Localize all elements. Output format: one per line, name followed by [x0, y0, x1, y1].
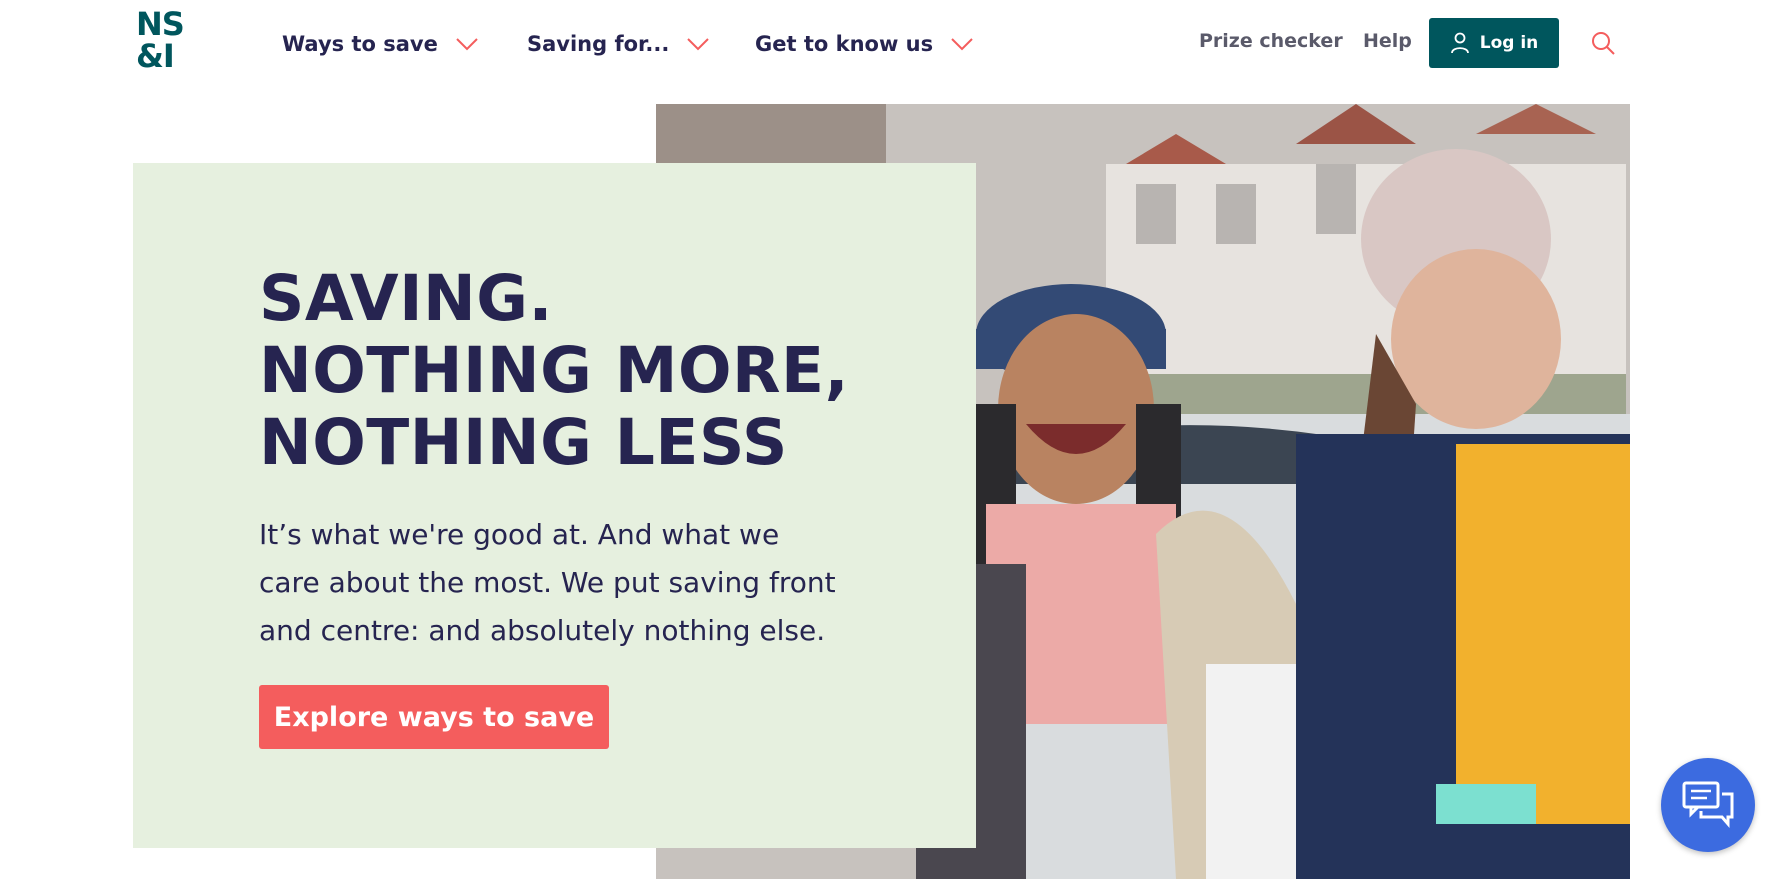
- user-icon: [1450, 32, 1469, 54]
- log-in-button[interactable]: Log in: [1429, 18, 1559, 68]
- nav-ways-to-save-label: Ways to save: [282, 32, 438, 56]
- nav-saving-for[interactable]: Saving for...: [527, 28, 710, 60]
- help-link[interactable]: Help: [1363, 30, 1412, 52]
- nav-saving-for-label: Saving for...: [527, 32, 670, 56]
- chevron-down-icon: [951, 38, 973, 51]
- chat-icon: [1682, 781, 1734, 829]
- log-in-label: Log in: [1479, 33, 1539, 53]
- nav-get-to-know-us-label: Get to know us: [755, 32, 934, 56]
- chevron-down-icon: [687, 38, 710, 51]
- hero-title-line-3: NOTHING LESS: [259, 406, 788, 479]
- logo-line-1: NS: [136, 5, 185, 43]
- hero-body: It’s what we're good at. And what we car…: [259, 518, 836, 647]
- chevron-down-icon: [456, 38, 478, 51]
- nsandi-logo[interactable]: NS &I: [136, 8, 192, 80]
- hero-panel: SAVING. NOTHING MORE, NOTHING LESS It’s …: [133, 163, 976, 848]
- site-header: NS &I Ways to save Saving for... Get to …: [0, 0, 1776, 88]
- prize-checker-link[interactable]: Prize checker: [1199, 30, 1343, 52]
- search-icon[interactable]: [1590, 30, 1616, 56]
- explore-ways-to-save-button[interactable]: Explore ways to save: [259, 685, 609, 749]
- hero-title-line-1: SAVING.: [259, 262, 553, 335]
- hero-title-line-2: NOTHING MORE,: [259, 334, 850, 407]
- nav-ways-to-save[interactable]: Ways to save: [282, 28, 478, 60]
- logo-line-2: &I: [136, 37, 175, 75]
- hero-title: SAVING. NOTHING MORE, NOTHING LESS: [259, 263, 909, 479]
- chat-button[interactable]: [1661, 758, 1755, 852]
- nav-get-to-know-us[interactable]: Get to know us: [755, 28, 973, 60]
